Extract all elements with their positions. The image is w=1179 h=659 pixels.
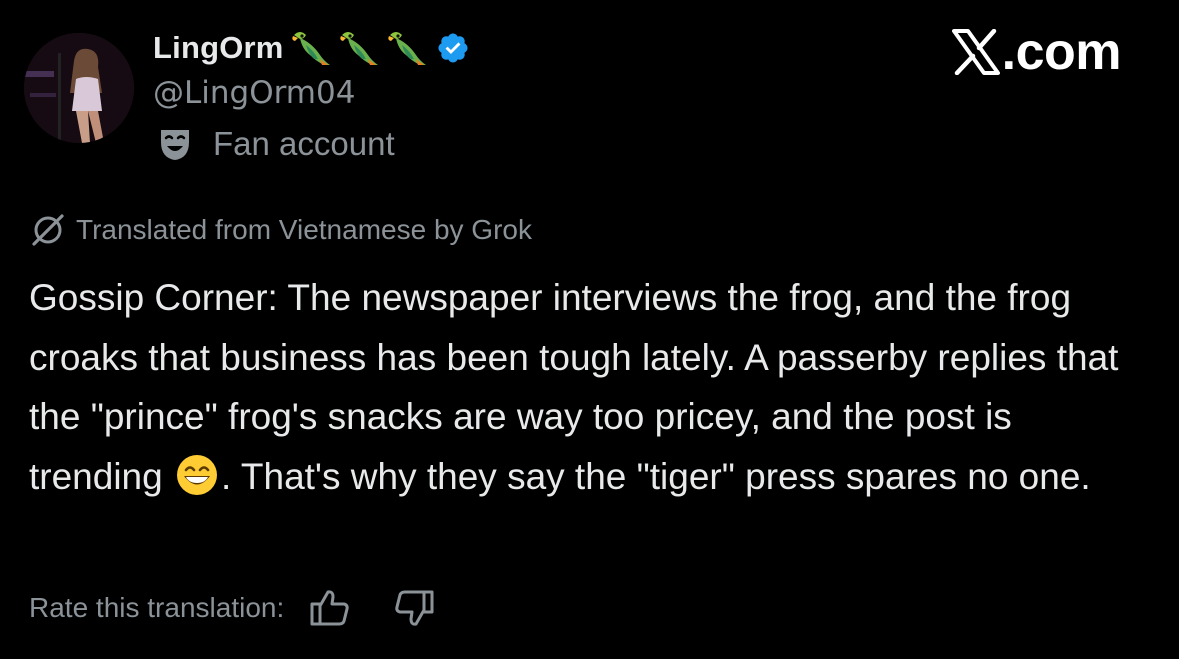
thumbs-up-button[interactable] [306, 584, 354, 632]
parrot-icon [290, 29, 332, 67]
fan-account-row: Fan account [157, 125, 395, 163]
post-body-text-end: . That's why they say the "tiger" press … [221, 455, 1091, 497]
display-name-row: LingOrm [153, 26, 470, 70]
thumbs-down-icon [395, 590, 434, 626]
thumbs-up-icon [310, 590, 349, 626]
translation-note: Translated from Vietnamese by Grok [30, 212, 532, 248]
parrot-icon [386, 29, 428, 67]
avatar[interactable] [24, 33, 134, 143]
brand-domain-text: .com [1001, 23, 1122, 81]
rate-translation-label: Rate this translation: [29, 592, 285, 623]
theater-mask-icon [157, 126, 193, 162]
x-logo-icon [951, 28, 1000, 76]
avatar-image [24, 33, 134, 143]
x-com-logo: .com [951, 22, 1122, 82]
rate-translation-row: Rate this translation: [29, 584, 438, 632]
display-name[interactable]: LingOrm [153, 30, 284, 66]
parrot-icon [338, 29, 380, 67]
fan-account-label: Fan account [213, 125, 395, 162]
verified-badge-icon[interactable] [436, 31, 470, 65]
user-handle[interactable]: @LingOrm04 [153, 75, 355, 111]
post-body: Gossip Corner: The newspaper interviews … [29, 268, 1149, 506]
grok-icon [30, 212, 66, 248]
translation-source-text: Translated from Vietnamese by Grok [76, 214, 532, 245]
thumbs-down-button[interactable] [390, 584, 438, 632]
grinning-face-emoji-icon [175, 453, 219, 497]
